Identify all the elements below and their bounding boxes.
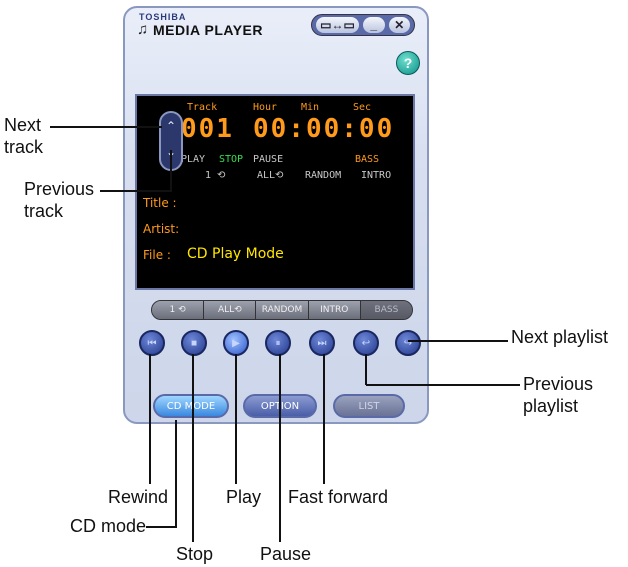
status-play: PLAY bbox=[181, 154, 206, 165]
sec-label: Sec bbox=[353, 102, 372, 113]
pause-button[interactable]: ⏸ bbox=[265, 330, 291, 356]
mode-intro: INTRO bbox=[361, 170, 392, 181]
stop-button[interactable]: ■ bbox=[181, 330, 207, 356]
time-display: 00:00:00 bbox=[253, 114, 395, 144]
callout-pause: Pause bbox=[260, 544, 312, 564]
cd-mode-button[interactable]: CD MODE bbox=[153, 394, 229, 418]
callout-fast-forward: Fast forward bbox=[288, 487, 389, 507]
callout-cd-mode: CD mode bbox=[70, 516, 147, 536]
app-title: MEDIA PLAYER bbox=[153, 22, 263, 38]
minimize-button[interactable]: _ bbox=[363, 17, 385, 33]
callout-previous-track: Previous track bbox=[24, 179, 95, 221]
callout-rewind: Rewind bbox=[108, 487, 169, 507]
track-number: 001 bbox=[181, 114, 234, 144]
hour-label: Hour bbox=[253, 102, 278, 113]
callout-play: Play bbox=[226, 487, 262, 507]
callout-line-cd-mode-v bbox=[175, 420, 177, 528]
window-button-group: ▭↔▭ _ ✕ bbox=[311, 14, 415, 36]
callout-line-previous-playlist-v bbox=[365, 354, 367, 385]
mode-repeat-one: 1 ⟲ bbox=[205, 170, 226, 181]
callout-line-pause bbox=[279, 354, 281, 542]
mode-random: RANDOM bbox=[305, 170, 342, 181]
callout-line-rewind bbox=[149, 354, 151, 484]
play-button[interactable]: ▶ bbox=[223, 330, 249, 356]
random-button[interactable]: RANDOM bbox=[256, 301, 309, 319]
mode-repeat-all: ALL⟲ bbox=[257, 170, 284, 181]
artist-field-label: Artist: bbox=[143, 222, 180, 236]
callout-next-track: Next track bbox=[4, 115, 44, 157]
callout-line-play bbox=[235, 354, 237, 484]
file-field-label: File : bbox=[143, 248, 171, 262]
track-label: Track bbox=[187, 102, 218, 113]
status-pause: PAUSE bbox=[253, 154, 284, 165]
callout-line-stop bbox=[192, 354, 194, 542]
intro-button[interactable]: INTRO bbox=[308, 301, 361, 319]
fast-forward-button[interactable]: ⏭ bbox=[309, 330, 335, 356]
next-playlist-button[interactable]: ↪ bbox=[395, 330, 421, 356]
help-button[interactable]: ? bbox=[396, 51, 420, 75]
list-button[interactable]: LIST bbox=[333, 394, 405, 418]
callout-line-fast-forward bbox=[323, 354, 325, 484]
callout-line-cd-mode-h bbox=[146, 526, 176, 528]
status-stop: STOP bbox=[219, 154, 244, 165]
callout-line-next-playlist bbox=[408, 340, 508, 342]
repeat-all-button[interactable]: ALL⟲ bbox=[204, 301, 257, 319]
callout-line-next-track bbox=[50, 126, 162, 128]
rewind-button[interactable]: ⏮ bbox=[139, 330, 165, 356]
media-player-window: TOSHIBA ♫ MEDIA PLAYER ▭↔▭ _ ✕ ? Track H… bbox=[123, 6, 429, 424]
play-mode-bar: 1 ⟲ ALL⟲ RANDOM INTRO BASS bbox=[151, 300, 413, 320]
next-track-icon[interactable]: ⌃ bbox=[161, 113, 181, 139]
compact-mode-button[interactable]: ▭↔▭ bbox=[316, 17, 359, 33]
file-value: CD Play Mode bbox=[187, 246, 284, 262]
music-note-icon: ♫ bbox=[137, 21, 149, 38]
callout-line-previous-track-h bbox=[100, 190, 172, 192]
title-field-label: Title : bbox=[143, 196, 177, 210]
callout-next-playlist: Next playlist bbox=[511, 327, 609, 347]
bass-button[interactable]: BASS bbox=[360, 301, 412, 319]
callout-previous-playlist: Previous playlist bbox=[523, 374, 594, 416]
status-bass: BASS bbox=[355, 154, 380, 165]
close-button[interactable]: ✕ bbox=[388, 17, 410, 33]
min-label: Min bbox=[301, 102, 320, 113]
callout-line-previous-track-v bbox=[170, 150, 172, 192]
callout-stop: Stop bbox=[176, 544, 214, 564]
callout-line-previous-playlist-h bbox=[366, 384, 520, 386]
previous-playlist-button[interactable]: ↩ bbox=[353, 330, 379, 356]
repeat-one-button[interactable]: 1 ⟲ bbox=[152, 301, 205, 319]
